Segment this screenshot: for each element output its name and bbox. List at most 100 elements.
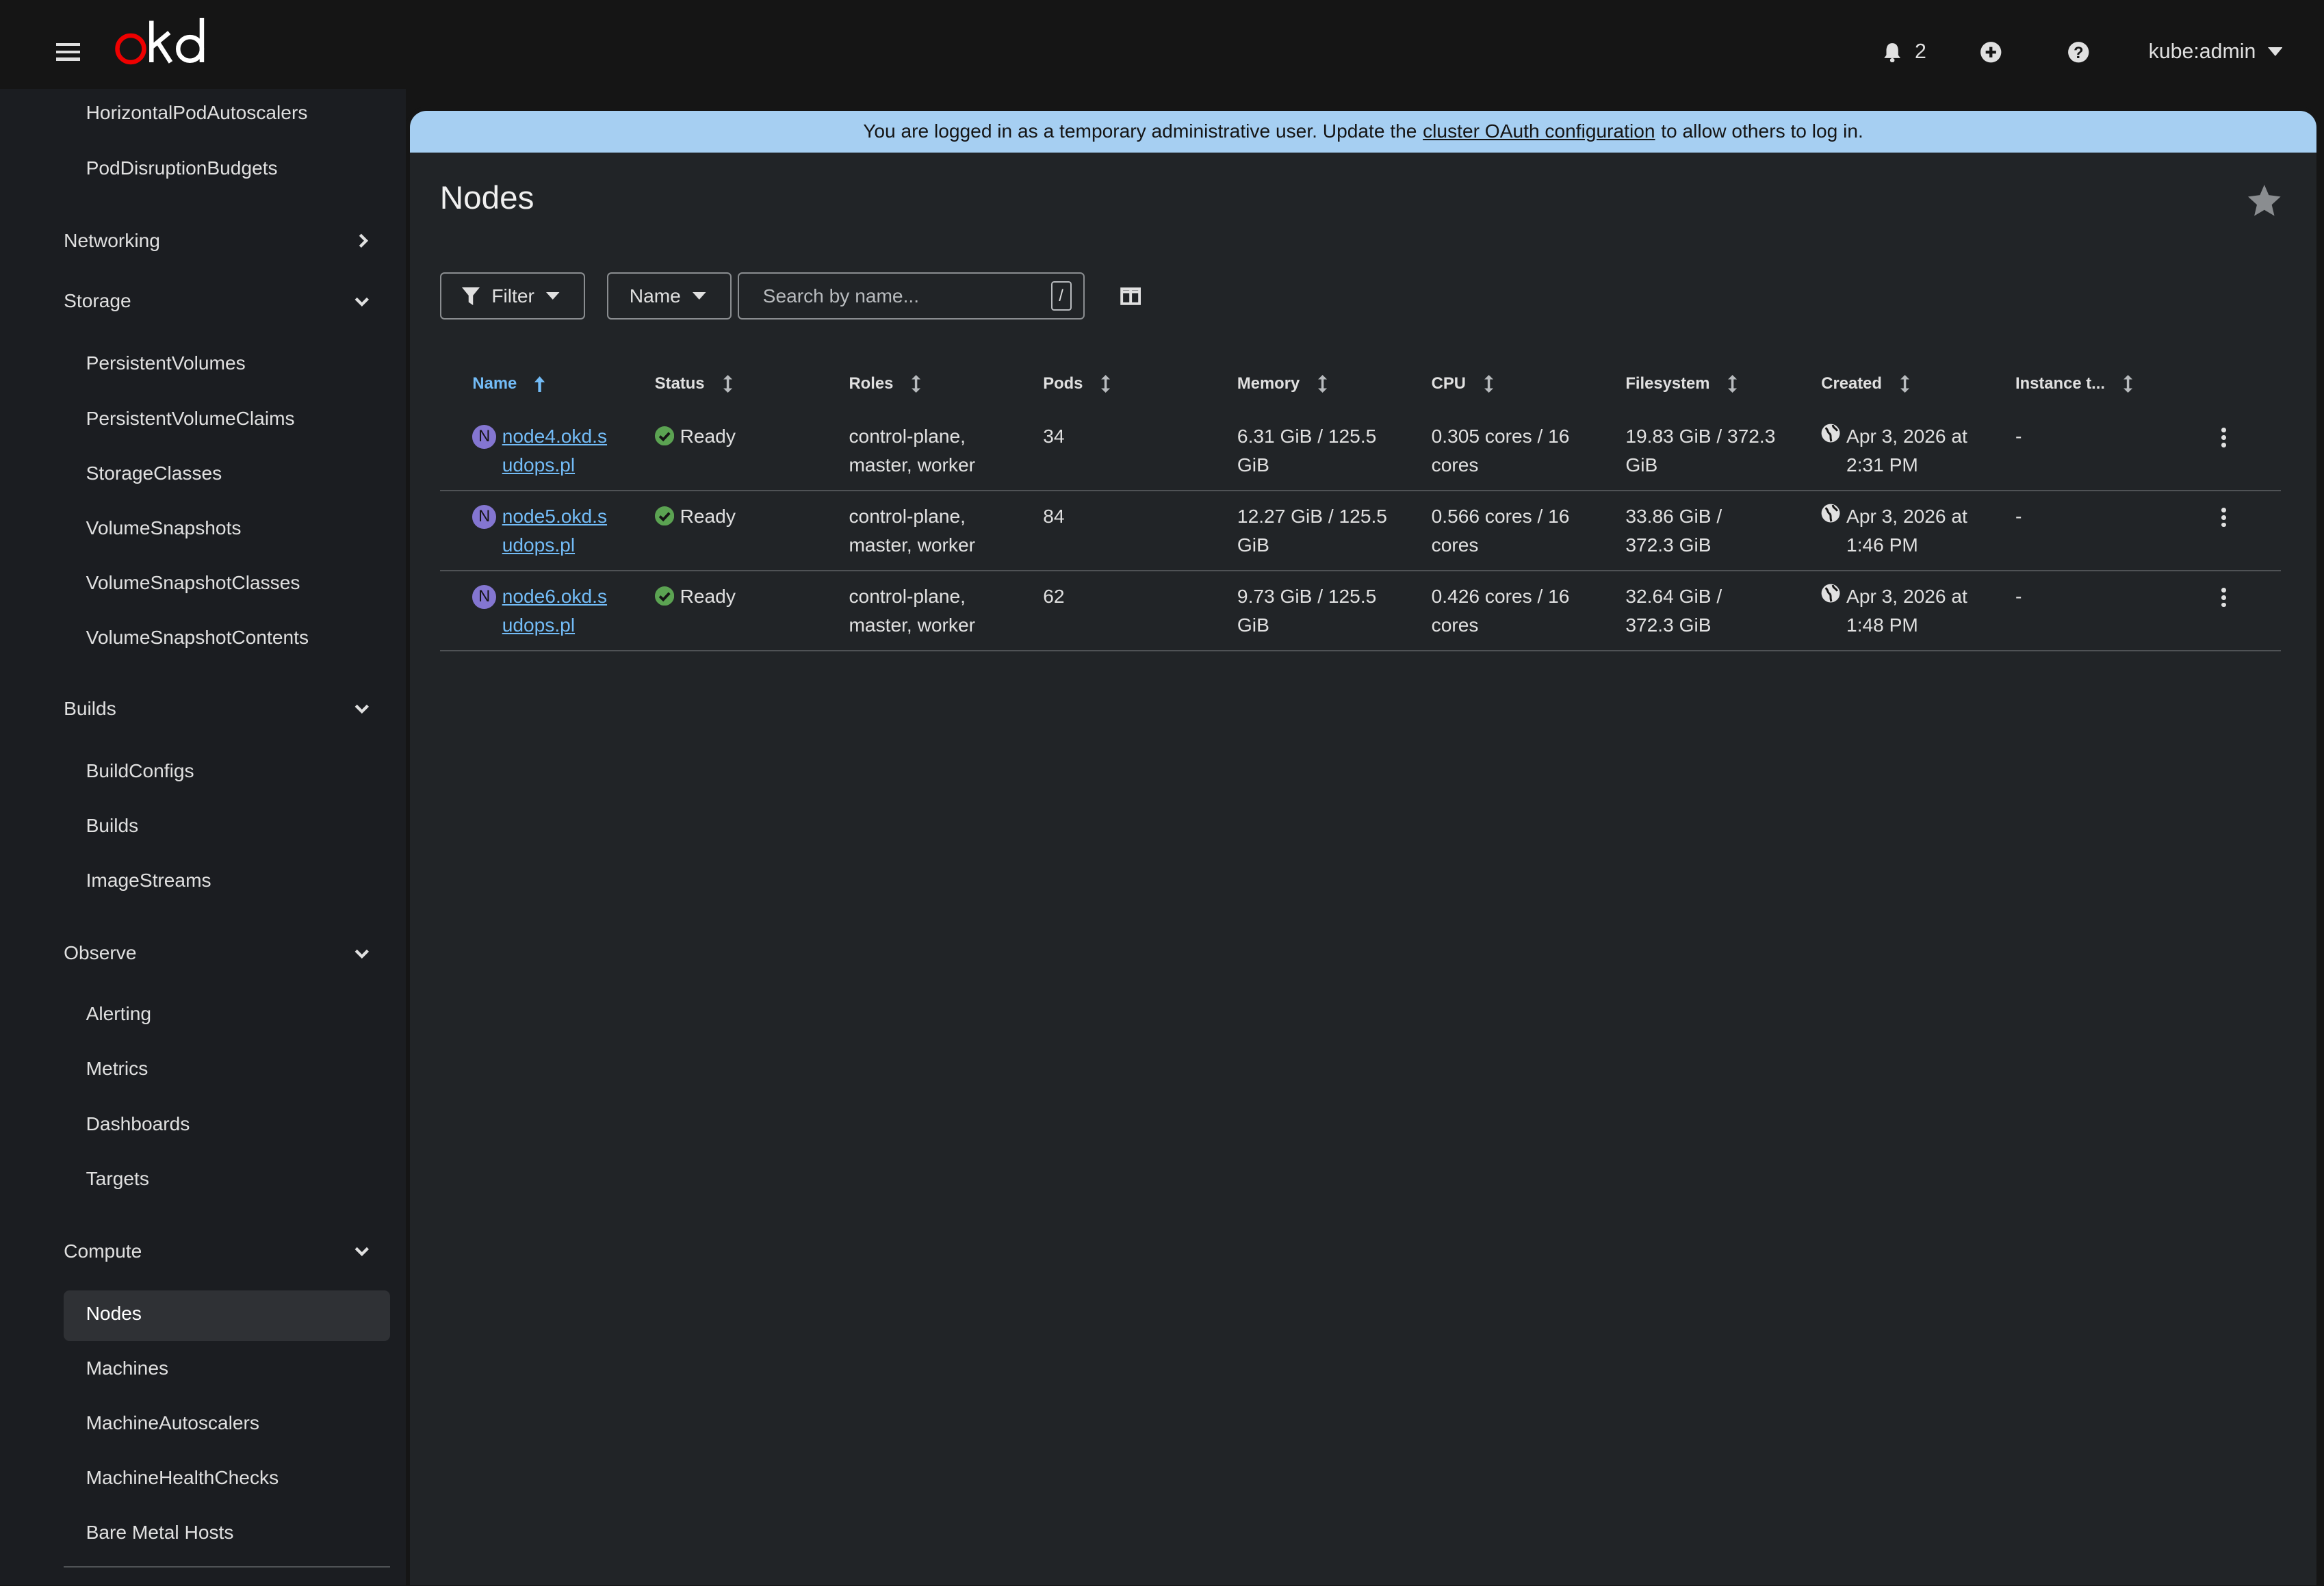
node-instance-type: - — [2015, 505, 2022, 527]
banner-text-before: You are logged in as a temporary adminis… — [863, 120, 1417, 142]
node-name-link[interactable]: node4.okd.sudops.pl — [502, 422, 609, 480]
sidebar-item-volumesnapshots[interactable]: VolumeSnapshots — [86, 517, 242, 539]
columns-icon[interactable] — [1120, 287, 1141, 305]
column-header-pods[interactable]: Pods — [1043, 374, 1111, 393]
kebab-icon[interactable] — [2221, 588, 2228, 610]
column-header-name[interactable]: Name — [472, 374, 545, 393]
filter-label: Filter — [491, 285, 534, 307]
filter-button[interactable]: Filter — [439, 272, 585, 320]
caret-down-icon — [546, 292, 560, 300]
node-roles: control-plane, master, worker — [849, 425, 976, 476]
chevron-down-icon — [354, 297, 369, 307]
sort-icon — [1101, 375, 1111, 393]
sidebar-item-machineautoscalers[interactable]: MachineAutoscalers — [86, 1412, 259, 1434]
node-memory: 9.73 GiB / 125.5 GiB — [1237, 585, 1377, 636]
column-header-cpu[interactable]: CPU — [1432, 374, 1494, 393]
node-instance-type: - — [2015, 425, 2022, 447]
sidebar-item-storageclasses[interactable]: StorageClasses — [86, 463, 222, 484]
sort-icon — [1900, 375, 1909, 393]
node-memory: 12.27 GiB / 125.5 GiB — [1237, 505, 1387, 556]
column-header-label: Status — [654, 374, 705, 393]
table-row: N node4.okd.sudops.pl Ready control-plan… — [439, 410, 2281, 492]
sidebar-item-machines[interactable]: Machines — [86, 1357, 168, 1379]
sidebar-item-horizontalpodautoscalers[interactable]: HorizontalPodAutoscalers — [86, 102, 308, 124]
column-header-status[interactable]: Status — [655, 374, 733, 393]
kebab-icon[interactable] — [2221, 508, 2228, 530]
masthead: 2 ? kube:admin — [0, 0, 2324, 104]
sidebar-item-dashboards[interactable]: Dashboards — [86, 1113, 190, 1135]
column-header-memory[interactable]: Memory — [1237, 374, 1328, 393]
svg-text:?: ? — [2074, 43, 2084, 62]
hamburger-icon[interactable] — [56, 38, 80, 62]
sidebar-item-persistentvolumes[interactable]: PersistentVolumes — [86, 352, 246, 374]
sidebar-item-buildconfigs[interactable]: BuildConfigs — [86, 760, 194, 782]
sidebar-section-label: Compute — [64, 1240, 142, 1262]
node-instance-type: - — [2015, 585, 2022, 607]
chevron-down-icon — [354, 949, 369, 959]
sidebar-item-poddisruptionbudgets[interactable]: PodDisruptionBudgets — [86, 157, 278, 179]
column-header-filesystem[interactable]: Filesystem — [1625, 374, 1738, 393]
quick-create-button[interactable] — [1947, 41, 2035, 63]
user-menu-button[interactable]: kube:admin — [2122, 40, 2303, 64]
sidebar-item-alerting[interactable]: Alerting — [86, 1003, 151, 1025]
column-header-label: Roles — [849, 374, 894, 393]
page-title: Nodes — [439, 179, 534, 216]
node-created: Apr 3, 2026 at 1:48 PM — [1846, 585, 1967, 636]
sidebar-item-targets[interactable]: Targets — [86, 1168, 149, 1190]
plus-circle-icon — [1980, 41, 2002, 62]
column-header-created[interactable]: Created — [1821, 374, 1910, 393]
chevron-down-icon — [354, 705, 369, 714]
sidebar-section-label: Storage — [64, 290, 131, 312]
globe-icon — [1821, 504, 1840, 523]
column-header-label: Name — [472, 374, 517, 393]
okd-logo[interactable] — [113, 9, 217, 74]
sidebar-section-compute[interactable]: Compute — [64, 1240, 369, 1262]
node-pods: 34 — [1043, 425, 1065, 447]
star-icon[interactable] — [2248, 185, 2281, 216]
toolbar: Filter Name / — [439, 271, 1141, 322]
banner-text-after: to allow others to log in. — [1661, 120, 1863, 142]
search-input[interactable] — [760, 283, 1051, 309]
table-row: N node6.okd.sudops.pl Ready control-plan… — [439, 570, 2281, 652]
sort-icon — [1318, 375, 1328, 393]
sort-icon — [912, 375, 921, 393]
node-created: Apr 3, 2026 at 2:31 PM — [1846, 425, 1967, 476]
sidebar-item-builds[interactable]: Builds — [86, 815, 139, 837]
column-header-label: CPU — [1431, 374, 1466, 393]
sort-asc-icon — [534, 376, 545, 393]
sidebar-section-storage[interactable]: Storage — [64, 290, 369, 312]
banner-oauth-link[interactable]: cluster OAuth configuration — [1423, 120, 1655, 142]
column-header-instance-type[interactable]: Instance t... — [2015, 374, 2133, 393]
sidebar-item-nodes[interactable]: Nodes — [86, 1303, 142, 1325]
sidebar-item-metrics[interactable]: Metrics — [86, 1058, 149, 1080]
node-name-link[interactable]: node6.okd.sudops.pl — [502, 582, 609, 640]
sidebar-item-persistentvolumeclaims[interactable]: PersistentVolumeClaims — [86, 408, 295, 430]
notifications-button[interactable]: 2 — [1861, 40, 1947, 64]
help-button[interactable]: ? — [2035, 41, 2122, 63]
help-icon: ? — [2067, 41, 2089, 62]
sidebar-item-bare-metal-hosts[interactable]: Bare Metal Hosts — [86, 1522, 234, 1544]
app-root: 2 ? kube:admin HorizontalPodAutoscalers … — [0, 0, 2324, 1586]
column-header-label: Memory — [1237, 374, 1300, 393]
kebab-icon[interactable] — [2221, 428, 2228, 450]
sidebar-section-label: Builds — [64, 698, 116, 720]
sidebar-item-volumesnapshotclasses[interactable]: VolumeSnapshotClasses — [86, 572, 300, 594]
caret-down-icon — [693, 292, 706, 300]
chevron-right-icon — [359, 233, 368, 248]
sidebar-item-volumesnapshotcontents[interactable]: VolumeSnapshotContents — [86, 627, 309, 649]
node-cpu: 0.305 cores / 16 cores — [1431, 425, 1570, 476]
sidebar-section-label: Networking — [64, 229, 160, 251]
check-circle-icon — [654, 426, 674, 446]
sidebar-section-networking[interactable]: Networking — [64, 230, 369, 252]
column-header-label: Created — [1821, 374, 1882, 393]
name-filter-dropdown[interactable]: Name — [607, 272, 732, 320]
node-name-link[interactable]: node5.okd.sudops.pl — [502, 502, 609, 560]
column-header-roles[interactable]: Roles — [849, 374, 921, 393]
sidebar-section-builds[interactable]: Builds — [64, 698, 369, 720]
sidebar-item-machinehealthchecks[interactable]: MachineHealthChecks — [86, 1467, 279, 1489]
sort-icon — [723, 375, 732, 393]
globe-icon — [1821, 424, 1840, 443]
sidebar-section-observe[interactable]: Observe — [64, 942, 369, 964]
search-box: / — [738, 272, 1085, 320]
sidebar-item-imagestreams[interactable]: ImageStreams — [86, 870, 211, 892]
